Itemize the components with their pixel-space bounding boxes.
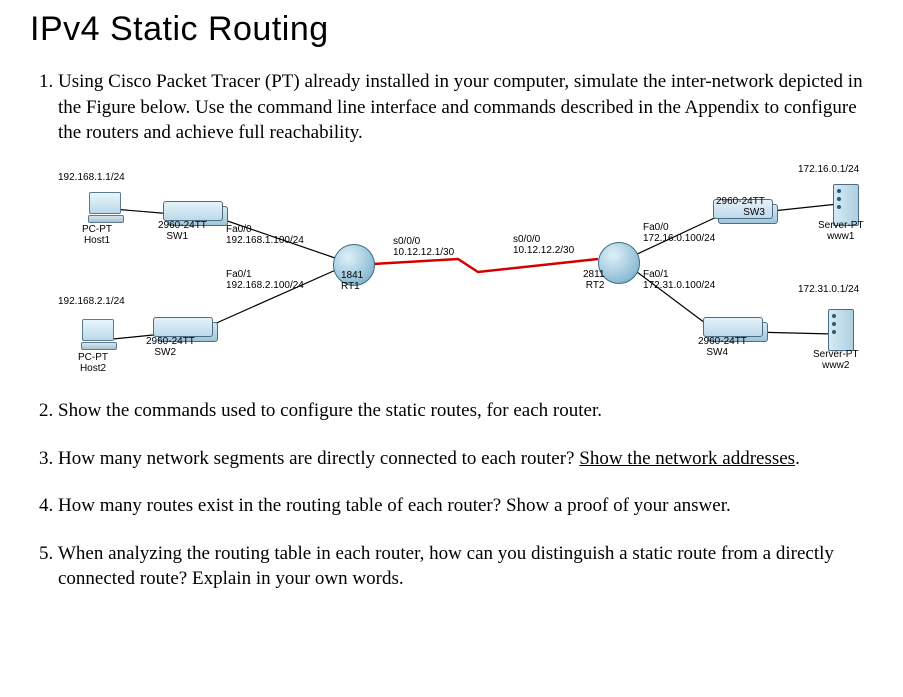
question-2-text: Show the commands used to configure the …	[58, 400, 602, 421]
www2-name: www2	[822, 360, 849, 371]
www1-name: www1	[827, 231, 854, 242]
rt2-fa00: Fa0/0	[643, 222, 669, 233]
sw1-name: SW1	[166, 231, 188, 242]
rt1-fa01-ip: 192.168.2.100/24	[226, 280, 304, 291]
question-5-text: When analyzing the routing table in each…	[58, 543, 834, 590]
pc-icon	[81, 319, 115, 349]
question-1-text: Using Cisco Packet Tracer (PT) already i…	[58, 71, 863, 143]
question-3: How many network segments are directly c…	[58, 446, 873, 472]
rt2-name: RT2	[586, 280, 605, 291]
www1-type: Server-PT	[818, 220, 864, 231]
www2-type: Server-PT	[813, 349, 859, 360]
server-icon	[828, 309, 854, 351]
rt2-fa01: Fa0/1	[643, 269, 669, 280]
sw4-model: 2960-24TT	[698, 336, 747, 347]
host1-ip-label: 192.168.1.1/24	[58, 172, 125, 183]
network-diagram: 192.168.1.1/24 PC-PT Host1 2960-24TT SW1…	[58, 164, 873, 374]
question-4-text: How many routes exist in the routing tab…	[58, 495, 731, 516]
question-4: How many routes exist in the routing tab…	[58, 493, 873, 519]
host1-type: PC-PT	[82, 224, 112, 235]
question-5: When analyzing the routing table in each…	[58, 541, 873, 592]
rt1-fa00-ip: 192.168.1.100/24	[226, 235, 304, 246]
host2-ip-label: 192.168.2.1/24	[58, 296, 125, 307]
sw1-model: 2960-24TT	[158, 220, 207, 231]
rt2-fa01-ip: 172.31.0.100/24	[643, 280, 715, 291]
rt1-s000-ip: 10.12.12.1/30	[393, 247, 454, 258]
question-list: Using Cisco Packet Tracer (PT) already i…	[30, 69, 873, 592]
rt2-model: 2811	[583, 269, 605, 280]
question-1: Using Cisco Packet Tracer (PT) already i…	[58, 69, 873, 374]
question-3a-text: How many network segments are directly c…	[58, 448, 579, 469]
question-3c-text: .	[795, 448, 800, 469]
rt1-fa01: Fa0/1	[226, 269, 252, 280]
sw3-name: SW3	[743, 207, 765, 218]
rt1-s000: s0/0/0	[393, 236, 420, 247]
rt2-fa00-ip: 172.16.0.100/24	[643, 233, 715, 244]
sw2-model: 2960-24TT	[146, 336, 195, 347]
rt1-model: 1841	[341, 270, 363, 281]
rt1-fa00: Fa0/0	[226, 224, 252, 235]
www2-ip-label: 172.31.0.1/24	[798, 284, 859, 295]
sw2-name: SW2	[154, 347, 176, 358]
rt2-s000-ip: 10.12.12.2/30	[513, 245, 574, 256]
rt1-name: RT1	[341, 281, 360, 292]
sw4-name: SW4	[706, 347, 728, 358]
page-title: IPv4 Static Routing	[30, 10, 873, 49]
host2-type: PC-PT	[78, 352, 108, 363]
www1-ip-label: 172.16.0.1/24	[798, 164, 859, 175]
sw3-model: 2960-24TT	[716, 196, 765, 207]
pc-icon	[88, 192, 122, 222]
host1-name: Host1	[84, 235, 110, 246]
host2-name: Host2	[80, 363, 106, 374]
rt2-s000: s0/0/0	[513, 234, 540, 245]
question-3b-text: Show the network addresses	[579, 448, 795, 469]
question-2: Show the commands used to configure the …	[58, 398, 873, 424]
